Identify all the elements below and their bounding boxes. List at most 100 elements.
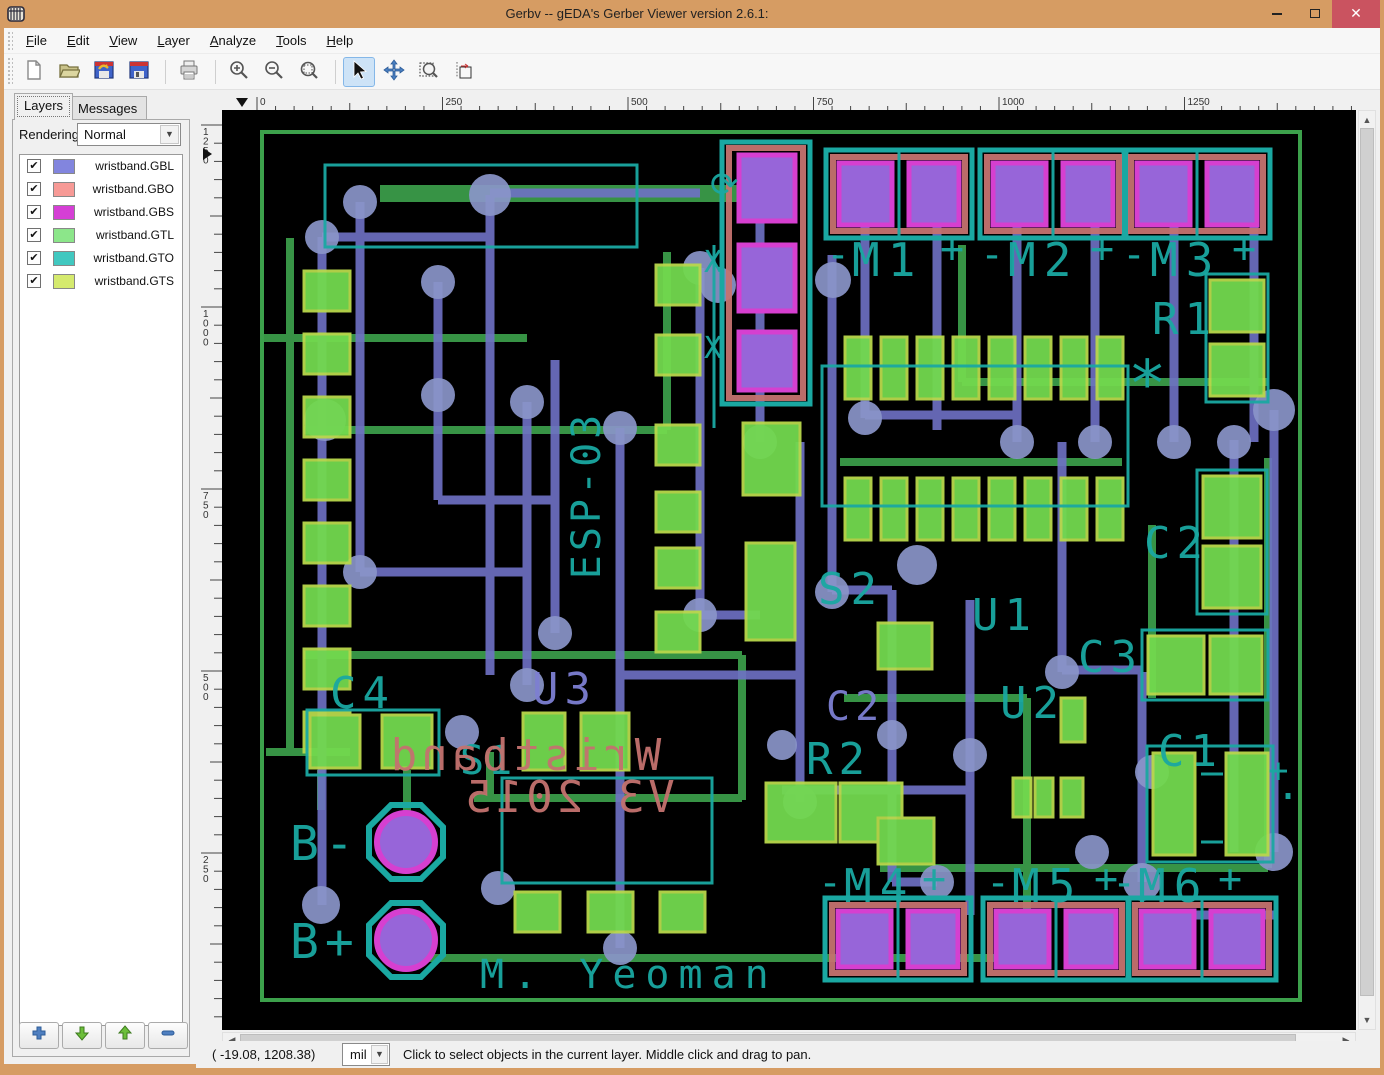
- toolbar: [4, 54, 1380, 90]
- window-title: Gerbv -- gEDA's Gerber Viewer version 2.…: [0, 0, 1274, 28]
- layer-visibility-checkbox[interactable]: ✔: [27, 228, 41, 242]
- layer-color-swatch[interactable]: [53, 274, 75, 289]
- svg-text:0: 0: [260, 97, 266, 108]
- zoom-out-button[interactable]: [258, 57, 290, 87]
- close-button[interactable]: ✕: [1332, 0, 1380, 28]
- svg-text:R2: R2: [806, 734, 871, 785]
- svg-text:+: +: [922, 856, 946, 902]
- maximize-button[interactable]: [1298, 0, 1332, 28]
- rendering-label: Rendering:: [19, 127, 83, 142]
- svg-text:*: *: [1128, 348, 1167, 422]
- window-frame-right: [1380, 28, 1384, 1068]
- scroll-down-arrow[interactable]: ▼: [1359, 1012, 1375, 1028]
- layer-visibility-checkbox[interactable]: ✔: [27, 182, 41, 196]
- move-layer-up-icon: [116, 1025, 134, 1046]
- svg-text:250: 250: [203, 855, 209, 885]
- zoom-in-button[interactable]: [223, 57, 255, 87]
- svg-text:C2: C2: [1144, 518, 1209, 569]
- svg-text:B+: B+: [290, 914, 360, 970]
- svg-text:U2: U2: [1000, 678, 1065, 729]
- canvas-region: 025050075010001250 12501000750500250: [196, 90, 1380, 1064]
- svg-text:U3: U3: [532, 664, 597, 715]
- svg-text:M1: M1: [852, 233, 923, 287]
- zoom-region-icon: [418, 59, 440, 86]
- left-ruler: 12501000750500250: [200, 110, 222, 1030]
- zoom-region-button[interactable]: [413, 57, 445, 87]
- svg-text:+: +: [1232, 226, 1256, 272]
- layer-row[interactable]: ✔wristband.GBS: [20, 201, 182, 224]
- menu-view[interactable]: View: [99, 28, 147, 54]
- layer-row[interactable]: ✔wristband.GTL: [20, 224, 182, 247]
- save-icon: [128, 59, 150, 86]
- open-button[interactable]: [53, 57, 85, 87]
- menu-analyze[interactable]: Analyze: [200, 28, 266, 54]
- svg-text:-: -: [826, 232, 850, 278]
- toolbar-grip[interactable]: [7, 57, 13, 86]
- add-layer-button[interactable]: [19, 1022, 59, 1049]
- toolbar-separator: [165, 60, 166, 84]
- scroll-up-arrow[interactable]: ▲: [1359, 112, 1375, 128]
- zoom-in-icon: [228, 59, 250, 86]
- app-window: Gerbv -- gEDA's Gerber Viewer version 2.…: [0, 0, 1384, 1075]
- titlebar: Gerbv -- gEDA's Gerber Viewer version 2.…: [0, 0, 1384, 28]
- layer-row[interactable]: ✔wristband.GTO: [20, 247, 182, 270]
- layer-visibility-checkbox[interactable]: ✔: [27, 159, 41, 173]
- layer-color-swatch[interactable]: [53, 228, 75, 243]
- svg-text:R1: R1: [1152, 294, 1217, 345]
- svg-text:-: -: [818, 860, 842, 906]
- move-layer-down-button[interactable]: [62, 1022, 102, 1049]
- print-button[interactable]: [173, 57, 205, 87]
- svg-text:·: ·: [1276, 774, 1300, 820]
- svg-text:M5: M5: [1012, 859, 1083, 913]
- move-layer-up-button[interactable]: [105, 1022, 145, 1049]
- layer-color-swatch[interactable]: [53, 159, 75, 174]
- layer-visibility-checkbox[interactable]: ✔: [27, 205, 41, 219]
- layer-row[interactable]: ✔wristband.GBO: [20, 178, 182, 201]
- layer-visibility-checkbox[interactable]: ✔: [27, 274, 41, 288]
- add-layer-icon: [30, 1025, 48, 1046]
- toolbar-separator: [215, 60, 216, 84]
- save-as-button[interactable]: [88, 57, 120, 87]
- vertical-scrollbar[interactable]: ▲ ▼: [1358, 110, 1376, 1030]
- menu-edit[interactable]: Edit: [57, 28, 99, 54]
- vertical-scroll-thumb[interactable]: [1360, 128, 1374, 996]
- menubar-grip[interactable]: [7, 31, 13, 50]
- pan-icon: [383, 59, 405, 86]
- svg-text:U1: U1: [972, 590, 1037, 641]
- menu-tools[interactable]: Tools: [266, 28, 316, 54]
- unit-value: mil: [350, 1047, 367, 1062]
- rendering-select[interactable]: Normal ▼: [77, 123, 181, 146]
- pan-button[interactable]: [378, 57, 410, 87]
- tab-messages[interactable]: Messages: [68, 96, 147, 120]
- menu-help[interactable]: Help: [316, 28, 363, 54]
- zoom-fit-icon: [298, 59, 320, 86]
- layer-color-swatch[interactable]: [53, 205, 75, 220]
- remove-layer-button[interactable]: [148, 1022, 188, 1049]
- svg-text:C3: C3: [1078, 632, 1143, 683]
- zoom-fit-button[interactable]: [293, 57, 325, 87]
- pointer-button[interactable]: [343, 57, 375, 87]
- measure-button[interactable]: [448, 57, 480, 87]
- minimize-button[interactable]: [1260, 0, 1294, 28]
- menu-layer[interactable]: Layer: [147, 28, 200, 54]
- svg-text:+: +: [1090, 226, 1114, 272]
- svg-text:⟳: ⟳: [710, 165, 739, 205]
- layer-row[interactable]: ✔wristband.GTS: [20, 270, 182, 293]
- tab-layers[interactable]: Layers: [14, 93, 73, 120]
- move-layer-down-icon: [73, 1025, 91, 1046]
- rendering-value: Normal: [84, 127, 126, 142]
- svg-text:-: -: [1122, 232, 1146, 278]
- save-button[interactable]: [123, 57, 155, 87]
- layer-color-swatch[interactable]: [53, 182, 75, 197]
- svg-text:-: -: [980, 232, 1004, 278]
- pcb-canvas[interactable]: ⟳XX-M1+-M2+-M3+R1*C2S2U1C3U2C1R2C4S1B-B+…: [222, 110, 1356, 1030]
- save-as-icon: [93, 59, 115, 86]
- statusbar: ( -19.08, 1208.38) mil ▼ Click to select…: [196, 1041, 1380, 1068]
- unit-select[interactable]: mil ▼: [342, 1043, 390, 1066]
- layer-visibility-checkbox[interactable]: ✔: [27, 251, 41, 265]
- menu-file[interactable]: File: [16, 28, 57, 54]
- pcb-battery-pads: [369, 805, 443, 977]
- layer-color-swatch[interactable]: [53, 251, 75, 266]
- layer-row[interactable]: ✔wristband.GBL: [20, 155, 182, 178]
- new-button[interactable]: [18, 57, 50, 87]
